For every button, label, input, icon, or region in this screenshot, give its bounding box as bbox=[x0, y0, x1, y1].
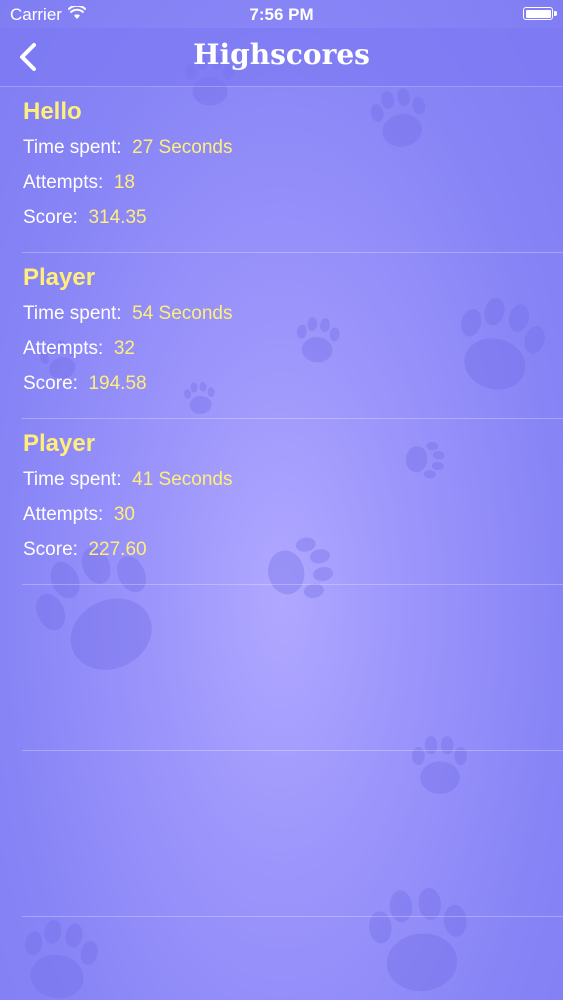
page-title: Highscores bbox=[193, 38, 370, 71]
attempts-line: Attempts: 32 bbox=[23, 338, 135, 359]
score-line: Score: 227.60 bbox=[23, 539, 147, 560]
attempts-value: 30 bbox=[113, 504, 135, 525]
score-value: 314.35 bbox=[88, 207, 147, 228]
status-time: 7:56 PM bbox=[249, 5, 314, 24]
battery-icon bbox=[523, 7, 557, 20]
score-value: 227.60 bbox=[88, 539, 147, 560]
navigation-bar: Highscores bbox=[0, 28, 563, 87]
player-name: Player bbox=[23, 264, 96, 291]
status-bar: Carrier 7:56 PM bbox=[0, 0, 563, 28]
empty-row bbox=[22, 585, 563, 751]
time-spent-value: 41 Seconds bbox=[132, 469, 233, 490]
time-spent-line: Time spent: 41 Seconds bbox=[23, 469, 233, 490]
time-spent-line: Time spent: 27 Seconds bbox=[23, 137, 233, 158]
score-value: 194.58 bbox=[88, 373, 147, 394]
time-spent-value: 27 Seconds bbox=[132, 137, 233, 158]
empty-row bbox=[22, 751, 563, 917]
attempts-value: 18 bbox=[113, 172, 135, 193]
player-name: Hello bbox=[23, 98, 82, 125]
highscore-row[interactable]: Hello Time spent: 27 Seconds Attempts: 1… bbox=[22, 87, 563, 253]
highscore-row[interactable]: Player Time spent: 54 Seconds Attempts: … bbox=[22, 253, 563, 419]
attempts-line: Attempts: 18 bbox=[23, 172, 135, 193]
score-line: Score: 194.58 bbox=[23, 373, 147, 394]
attempts-line: Attempts: 30 bbox=[23, 504, 135, 525]
player-name: Player bbox=[23, 430, 96, 457]
attempts-value: 32 bbox=[113, 338, 135, 359]
highscore-list: Hello Time spent: 27 Seconds Attempts: 1… bbox=[0, 87, 563, 917]
score-line: Score: 314.35 bbox=[23, 207, 147, 228]
highscore-row[interactable]: Player Time spent: 41 Seconds Attempts: … bbox=[22, 419, 563, 585]
time-spent-line: Time spent: 54 Seconds bbox=[23, 303, 233, 324]
time-spent-value: 54 Seconds bbox=[132, 303, 233, 324]
